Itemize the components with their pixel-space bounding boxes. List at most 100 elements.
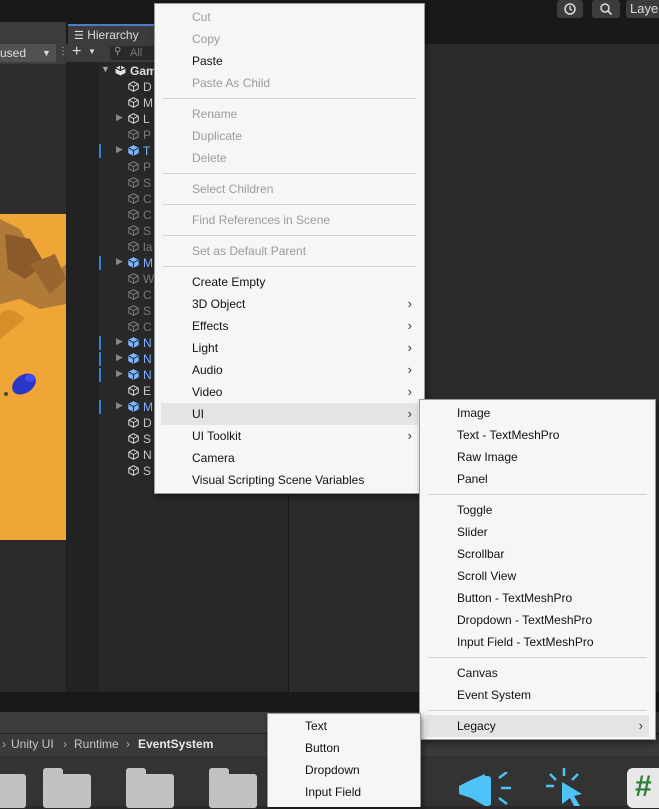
hierarchy-row[interactable]: P xyxy=(128,159,151,175)
menu-item-legacy-input-field[interactable]: Input Field xyxy=(268,781,420,803)
hierarchy-row[interactable]: E xyxy=(128,383,151,399)
game-view-viewport[interactable] xyxy=(0,64,66,540)
menu-item-rename[interactable]: Rename xyxy=(155,103,424,125)
menu-item-camera[interactable]: Camera xyxy=(155,447,424,469)
more-options-icon[interactable]: ⋮ xyxy=(58,46,68,60)
menu-item-event-system[interactable]: Event System xyxy=(420,684,655,706)
hierarchy-row[interactable]: S xyxy=(128,431,151,447)
gameobject-cube-icon xyxy=(128,448,139,460)
hierarchy-row[interactable]: S xyxy=(128,463,151,479)
gameobject-cube-icon xyxy=(128,288,139,300)
hierarchy-row[interactable]: C xyxy=(128,191,152,207)
menu-item-button-tmp[interactable]: Button - TextMeshPro xyxy=(420,587,655,609)
menu-item-video[interactable]: Video › xyxy=(155,381,424,403)
menu-item-paste[interactable]: Paste xyxy=(155,50,424,72)
menu-item-text-tmp[interactable]: Text - TextMeshPro xyxy=(420,424,655,446)
hierarchy-row[interactable]: N xyxy=(128,367,152,383)
expand-arrow-icon[interactable]: ▶ xyxy=(116,336,123,347)
hierarchy-row[interactable]: C xyxy=(128,319,152,335)
menu-item-create-empty[interactable]: Create Empty xyxy=(155,271,424,293)
menu-item-set-default-parent[interactable]: Set as Default Parent xyxy=(155,240,424,262)
hierarchy-row[interactable]: W xyxy=(128,271,154,287)
expand-arrow-icon[interactable]: ▶ xyxy=(116,144,123,155)
chevron-down-icon[interactable]: ▼ xyxy=(88,47,96,56)
menu-item-effects[interactable]: Effects › xyxy=(155,315,424,337)
menu-item-image[interactable]: Image xyxy=(420,402,655,424)
menu-item-canvas[interactable]: Canvas xyxy=(420,662,655,684)
gameobject-cube-icon xyxy=(128,400,139,412)
menu-item-toggle[interactable]: Toggle xyxy=(420,499,655,521)
gameobject-cube-icon xyxy=(128,464,139,476)
unity-scene-icon xyxy=(115,64,126,76)
expand-arrow-icon[interactable]: ▶ xyxy=(116,112,123,123)
hierarchy-row[interactable]: D xyxy=(128,79,152,95)
search-icon[interactable] xyxy=(592,0,620,18)
menu-item-3d-object[interactable]: 3D Object › xyxy=(155,293,424,315)
menu-item-find-references[interactable]: Find References in Scene xyxy=(155,209,424,231)
menu-item-input-field-tmp[interactable]: Input Field - TextMeshPro xyxy=(420,631,655,653)
add-icon[interactable]: + xyxy=(72,43,81,61)
expand-arrow-icon[interactable]: ▶ xyxy=(116,352,123,363)
menu-item-legacy-dropdown[interactable]: Dropdown xyxy=(268,759,420,781)
hierarchy-row[interactable]: N xyxy=(128,351,152,367)
menu-item-select-children[interactable]: Select Children xyxy=(155,178,424,200)
folder-icon[interactable] xyxy=(209,768,257,808)
menu-item-ui[interactable]: UI › xyxy=(161,403,418,425)
menu-item-delete[interactable]: Delete xyxy=(155,147,424,169)
event-system-icon[interactable] xyxy=(546,768,586,809)
menu-item-legacy-text[interactable]: Text xyxy=(268,715,420,737)
hierarchy-row[interactable]: M xyxy=(128,95,153,111)
layers-dropdown[interactable]: Laye xyxy=(626,0,659,18)
folder-icon[interactable] xyxy=(43,768,91,808)
gameobject-cube-icon xyxy=(128,192,139,204)
breadcrumb-item-unity-ui[interactable]: Unity UI xyxy=(11,737,54,751)
hierarchy-row-label: C xyxy=(143,208,152,222)
menu-item-slider[interactable]: Slider xyxy=(420,521,655,543)
hierarchy-row[interactable]: C xyxy=(128,287,152,303)
menu-item-copy[interactable]: Copy xyxy=(155,28,424,50)
folder-icon[interactable] xyxy=(0,774,26,808)
expand-arrow-icon[interactable]: ▶ xyxy=(116,400,123,411)
hierarchy-row[interactable]: M xyxy=(128,399,153,415)
hierarchy-row[interactable]: D xyxy=(128,415,152,431)
menu-item-scrollbar[interactable]: Scrollbar xyxy=(420,543,655,565)
hierarchy-row[interactable]: M xyxy=(128,255,153,271)
breadcrumb-item-runtime[interactable]: Runtime xyxy=(74,737,119,751)
breadcrumb-item-eventsystem[interactable]: EventSystem xyxy=(138,737,213,751)
hierarchy-row[interactable]: N xyxy=(128,335,152,351)
audio-source-icon[interactable] xyxy=(455,771,515,809)
hierarchy-row[interactable]: T xyxy=(128,143,150,159)
hierarchy-row[interactable]: S xyxy=(128,223,151,239)
hierarchy-row[interactable]: N xyxy=(128,447,152,463)
ui-submenu: Image Text - TextMeshPro Raw Image Panel… xyxy=(419,399,656,740)
hierarchy-row[interactable]: la xyxy=(128,239,152,255)
game-view-dropdown[interactable]: used ▼ xyxy=(0,44,56,62)
menu-item-panel[interactable]: Panel xyxy=(420,468,655,490)
menu-item-audio[interactable]: Audio › xyxy=(155,359,424,381)
chevron-right-icon: › xyxy=(407,296,412,311)
scene-root-row[interactable]: Gam xyxy=(115,63,157,79)
menu-item-cut[interactable]: Cut xyxy=(155,6,424,28)
expand-arrow-icon[interactable]: ▶ xyxy=(116,368,123,379)
hierarchy-row[interactable]: S xyxy=(128,175,151,191)
hierarchy-row[interactable]: P xyxy=(128,127,151,143)
script-icon[interactable]: # xyxy=(627,768,659,808)
menu-item-ui-toolkit[interactable]: UI Toolkit › xyxy=(155,425,424,447)
menu-item-light[interactable]: Light › xyxy=(155,337,424,359)
menu-item-scroll-view[interactable]: Scroll View xyxy=(420,565,655,587)
hierarchy-row[interactable]: L xyxy=(128,111,150,127)
folder-icon[interactable] xyxy=(126,768,174,808)
hierarchy-row[interactable]: C xyxy=(128,207,152,223)
menu-item-dropdown-tmp[interactable]: Dropdown - TextMeshPro xyxy=(420,609,655,631)
history-icon[interactable] xyxy=(557,0,583,18)
menu-item-visual-scripting[interactable]: Visual Scripting Scene Variables xyxy=(155,469,424,491)
menu-item-duplicate[interactable]: Duplicate xyxy=(155,125,424,147)
expand-arrow-icon[interactable]: ▶ xyxy=(116,256,123,267)
menu-item-legacy-button[interactable]: Button xyxy=(268,737,420,759)
menu-item-raw-image[interactable]: Raw Image xyxy=(420,446,655,468)
menu-item-legacy[interactable]: Legacy › xyxy=(426,715,649,737)
hierarchy-row[interactable]: S xyxy=(128,303,151,319)
menu-item-paste-as-child[interactable]: Paste As Child xyxy=(155,72,424,94)
list-icon: ☰ xyxy=(74,30,84,42)
expand-arrow-icon[interactable]: ▼ xyxy=(101,64,110,74)
